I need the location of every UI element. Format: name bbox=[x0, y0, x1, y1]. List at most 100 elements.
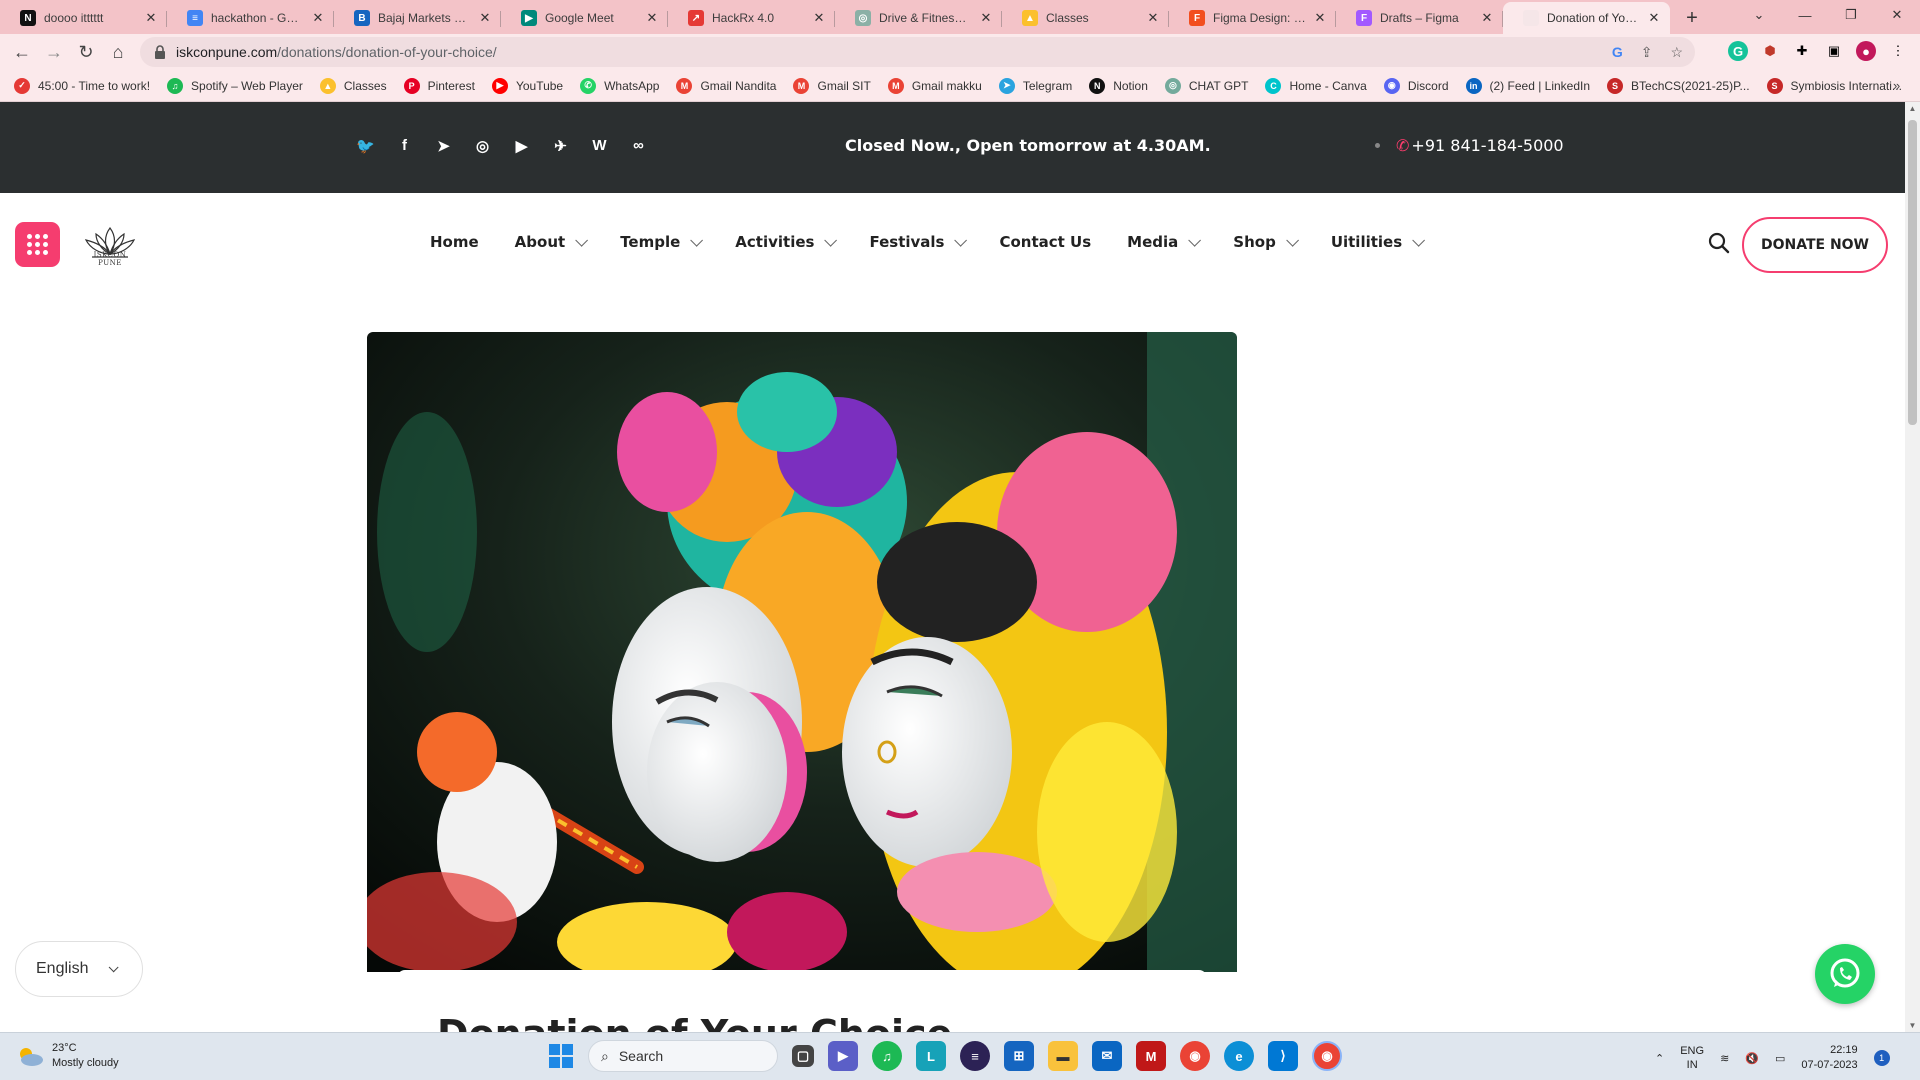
new-tab-button[interactable]: + bbox=[1676, 2, 1708, 34]
nav-item-contact-us[interactable]: Contact Us bbox=[999, 233, 1091, 251]
bookmark-item[interactable]: N Notion bbox=[1089, 77, 1148, 94]
facebook-icon[interactable]: f bbox=[395, 136, 414, 155]
apps-grid-button[interactable] bbox=[15, 222, 60, 267]
puzzle-icon[interactable]: ✚ bbox=[1792, 41, 1812, 61]
mcafee-icon[interactable]: M bbox=[1136, 1041, 1166, 1071]
bookmark-item[interactable]: ▶ YouTube bbox=[491, 77, 563, 94]
telegram-icon[interactable]: ✈ bbox=[551, 136, 570, 155]
volume-muted-icon[interactable]: 🔇 bbox=[1745, 1052, 1759, 1065]
extension-icon[interactable]: ⬢ bbox=[1760, 41, 1780, 61]
nav-item-festivals[interactable]: Festivals bbox=[869, 233, 968, 251]
battery-icon[interactable]: ▭ bbox=[1775, 1052, 1785, 1065]
youtube-icon[interactable]: ▶ bbox=[512, 136, 531, 155]
search-icon[interactable] bbox=[1707, 231, 1731, 255]
browser-tab[interactable]: Donation of Your C ✕ bbox=[1503, 2, 1670, 34]
tab-search-icon[interactable]: ⌄ bbox=[1736, 0, 1782, 30]
windows-start-icon[interactable] bbox=[548, 1043, 574, 1069]
browser-tab[interactable]: F Drafts – Figma ✕ bbox=[1336, 2, 1503, 34]
wordpress-icon[interactable]: W bbox=[590, 136, 609, 155]
menu-kebab-icon[interactable]: ⋮ bbox=[1888, 41, 1908, 61]
chrome-icon[interactable]: ◉ bbox=[1180, 1041, 1210, 1071]
close-tab-icon[interactable]: ✕ bbox=[1312, 10, 1328, 26]
bookmark-item[interactable]: ✓ 45:00 - Time to work! bbox=[14, 77, 150, 94]
browser-tab[interactable]: Ndoooo itttttt ✕ bbox=[0, 2, 167, 34]
eclipse-icon[interactable]: ≡ bbox=[960, 1041, 990, 1071]
nav-item-uitilities[interactable]: Uitilities bbox=[1331, 233, 1426, 251]
bookmark-item[interactable]: ▲ Classes bbox=[319, 77, 387, 94]
nav-item-media[interactable]: Media bbox=[1127, 233, 1202, 251]
bookmark-item[interactable]: S Symbiosis Internati... bbox=[1766, 77, 1902, 94]
scrollbar-thumb[interactable] bbox=[1908, 120, 1917, 425]
edge-icon[interactable]: e bbox=[1224, 1041, 1254, 1071]
instagram-icon[interactable]: ◎ bbox=[473, 136, 492, 155]
location-arrow-icon[interactable]: ➤ bbox=[434, 136, 453, 155]
restore-icon[interactable]: ❐ bbox=[1828, 0, 1874, 30]
tripadvisor-icon[interactable]: ∞ bbox=[629, 136, 648, 155]
minimize-icon[interactable]: — bbox=[1782, 0, 1828, 30]
clock[interactable]: 22:19 07-07-2023 bbox=[1801, 1043, 1857, 1073]
browser-tab[interactable]: ◎ Drive & Fitness Ga ✕ bbox=[835, 2, 1002, 34]
page-scrollbar[interactable]: ▲ ▼ bbox=[1905, 102, 1920, 1032]
address-bar[interactable]: iskconpune.com/donations/donation-of-you… bbox=[140, 37, 1695, 67]
bookmark-star-icon[interactable]: ☆ bbox=[1670, 44, 1683, 61]
close-tab-icon[interactable]: ✕ bbox=[644, 10, 660, 26]
bookmark-item[interactable]: M Gmail Nandita bbox=[676, 77, 776, 94]
scroll-up-icon[interactable]: ▲ bbox=[1905, 104, 1920, 113]
bookmark-item[interactable]: in (2) Feed | LinkedIn bbox=[1465, 77, 1590, 94]
browser-tab[interactable]: ↗ HackRx 4.0 ✕ bbox=[668, 2, 835, 34]
close-tab-icon[interactable]: ✕ bbox=[811, 10, 827, 26]
back-icon[interactable]: ← bbox=[6, 36, 38, 68]
wifi-icon[interactable]: ≋ bbox=[1720, 1052, 1729, 1065]
bookmark-item[interactable]: M Gmail makku bbox=[887, 77, 982, 94]
home-icon[interactable]: ⌂ bbox=[102, 36, 134, 68]
close-tab-icon[interactable]: ✕ bbox=[143, 10, 159, 26]
close-tab-icon[interactable]: ✕ bbox=[310, 10, 326, 26]
bookmark-item[interactable]: P Pinterest bbox=[403, 77, 475, 94]
teams-icon[interactable]: ▶ bbox=[828, 1041, 858, 1071]
bookmark-item[interactable]: ➤ Telegram bbox=[998, 77, 1072, 94]
notification-badge[interactable]: 1 bbox=[1873, 1050, 1890, 1066]
browser-tab[interactable]: ▶ Google Meet ✕ bbox=[501, 2, 668, 34]
task-view-icon[interactable]: ▢ bbox=[792, 1045, 814, 1067]
nav-item-temple[interactable]: Temple bbox=[620, 233, 704, 251]
bookmark-item[interactable]: ♫ Spotify – Web Player bbox=[167, 77, 303, 94]
profile-avatar[interactable]: ● bbox=[1856, 41, 1876, 61]
bookmark-item[interactable]: C Home - Canva bbox=[1265, 77, 1367, 94]
nav-item-activities[interactable]: Activities bbox=[735, 233, 838, 251]
vscode-icon[interactable]: ⟩ bbox=[1268, 1041, 1298, 1071]
taskbar-search[interactable]: ⌕ Search bbox=[588, 1040, 778, 1072]
close-tab-icon[interactable]: ✕ bbox=[1145, 10, 1161, 26]
donate-now-button[interactable]: DONATE NOW bbox=[1742, 217, 1888, 273]
file-explorer-icon[interactable]: ▬ bbox=[1048, 1041, 1078, 1071]
scroll-down-icon[interactable]: ▼ bbox=[1905, 1021, 1920, 1030]
bookmark-item[interactable]: S BTechCS(2021-25)P... bbox=[1607, 77, 1750, 94]
close-tab-icon[interactable]: ✕ bbox=[978, 10, 994, 26]
twitter-icon[interactable]: 🐦 bbox=[356, 136, 375, 155]
share-icon[interactable]: ⇪ bbox=[1641, 44, 1653, 61]
browser-tab[interactable]: ▲ Classes ✕ bbox=[1002, 2, 1169, 34]
nav-item-home[interactable]: Home bbox=[430, 233, 479, 251]
browser-tab[interactable]: F Figma Design: Isk ✕ bbox=[1169, 2, 1336, 34]
grammarly-icon[interactable]: G bbox=[1728, 41, 1748, 61]
l-app-icon[interactable]: L bbox=[916, 1041, 946, 1071]
bookmark-item[interactable]: ✆ WhatsApp bbox=[580, 77, 659, 94]
weather-widget[interactable]: 23°C Mostly cloudy bbox=[16, 1041, 119, 1071]
whatsapp-chat-button[interactable] bbox=[1815, 944, 1875, 1004]
side-panel-icon[interactable]: ▣ bbox=[1824, 41, 1844, 61]
store-icon[interactable]: ⊞ bbox=[1004, 1041, 1034, 1071]
browser-tab[interactable]: ≡ hackathon - Google Docs ✕ bbox=[167, 2, 334, 34]
close-window-icon[interactable]: ✕ bbox=[1874, 0, 1920, 30]
input-language[interactable]: ENG IN bbox=[1680, 1044, 1704, 1072]
google-lens-icon[interactable]: G bbox=[1612, 44, 1623, 61]
chrome-profile-icon[interactable]: ◉ bbox=[1312, 1041, 1342, 1071]
phone-contact[interactable]: ✆ +91 841-184-5000 bbox=[1375, 136, 1564, 155]
close-tab-icon[interactable]: ✕ bbox=[1646, 10, 1662, 26]
reload-icon[interactable]: ↻ bbox=[70, 36, 102, 68]
nav-item-about[interactable]: About bbox=[515, 233, 589, 251]
nav-item-shop[interactable]: Shop bbox=[1233, 233, 1299, 251]
bookmark-item[interactable]: ◎ CHAT GPT bbox=[1164, 77, 1248, 94]
bookmarks-overflow-icon[interactable]: » bbox=[1893, 78, 1908, 93]
tray-overflow-icon[interactable]: ⌃ bbox=[1655, 1052, 1664, 1065]
bookmark-item[interactable]: M Gmail SIT bbox=[793, 77, 871, 94]
browser-tab[interactable]: B Bajaj Markets by Bajaj ✕ bbox=[334, 2, 501, 34]
